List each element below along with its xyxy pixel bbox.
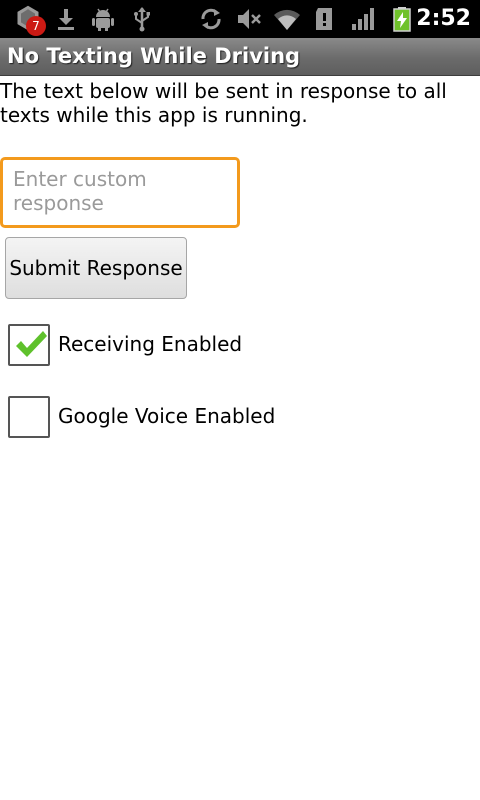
checkmark-icon xyxy=(16,331,47,357)
sync-icon xyxy=(197,5,225,33)
custom-response-input[interactable] xyxy=(13,167,227,221)
status-clock: 2:52 xyxy=(416,6,471,31)
sd-card-icon xyxy=(311,5,339,33)
receiving-enabled-label: Receiving Enabled xyxy=(58,332,243,356)
signal-icon xyxy=(349,5,377,33)
submit-response-button[interactable]: Submit Response xyxy=(5,237,187,299)
app-title-bar: No Texting While Driving xyxy=(0,38,480,76)
receiving-enabled-checkbox[interactable] xyxy=(8,324,50,366)
android-debug-icon xyxy=(89,5,117,33)
download-icon xyxy=(52,5,80,33)
notification-count-badge: 7 xyxy=(26,16,46,36)
usb-icon xyxy=(128,5,156,33)
notification-app-icon[interactable]: 7 xyxy=(14,4,46,36)
mute-icon xyxy=(235,5,263,33)
google-voice-enabled-label: Google Voice Enabled xyxy=(58,404,276,428)
status-bar: 7 2:52 xyxy=(0,0,480,38)
wifi-icon xyxy=(273,5,301,33)
description-text: The text below will be sent in response … xyxy=(0,79,447,127)
app-title: No Texting While Driving xyxy=(7,44,301,68)
google-voice-enabled-checkbox[interactable] xyxy=(8,396,50,438)
battery-charging-icon xyxy=(388,5,416,33)
custom-response-field[interactable] xyxy=(0,157,240,228)
